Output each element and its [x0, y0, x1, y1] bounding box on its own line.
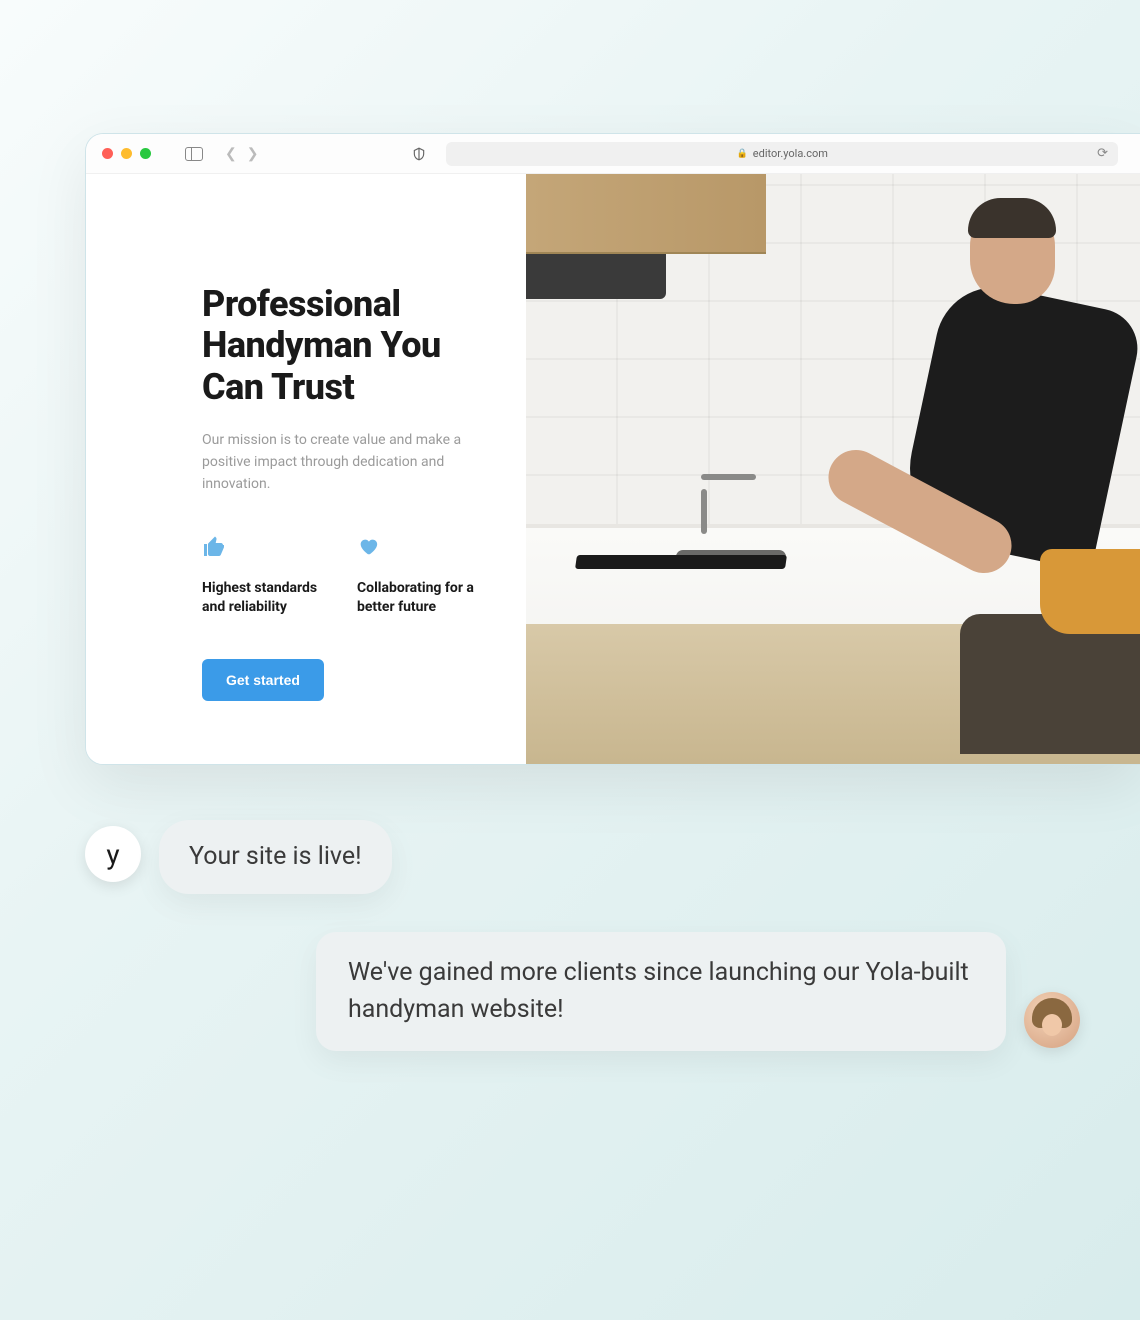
nav-back-button[interactable]: ❮ — [225, 146, 237, 162]
chat-message-user: We've gained more clients since launchin… — [85, 932, 1080, 1051]
browser-window: ❮ ❯ 🔒 editor.yola.com ⟳ Professional Han… — [85, 133, 1140, 765]
feature-item: Collaborating for a better future — [357, 535, 482, 617]
sidebar-toggle-icon[interactable] — [185, 147, 203, 161]
user-avatar — [1024, 992, 1080, 1048]
get-started-button[interactable]: Get started — [202, 659, 324, 701]
address-url: editor.yola.com — [753, 147, 828, 160]
reload-icon[interactable]: ⟳ — [1097, 146, 1108, 161]
privacy-shield-icon[interactable] — [412, 147, 426, 161]
feature-text: Highest standards and reliability — [202, 579, 327, 617]
brand-avatar: y — [85, 826, 141, 882]
address-bar[interactable]: 🔒 editor.yola.com ⟳ — [446, 142, 1118, 166]
chat-message-brand: y Your site is live! — [85, 820, 1080, 894]
window-controls — [102, 148, 151, 159]
close-window-button[interactable] — [102, 148, 113, 159]
hero-section: Professional Handyman You Can Trust Our … — [86, 174, 526, 764]
hero-image — [526, 174, 1140, 764]
handyman-illustration — [526, 174, 1140, 764]
thumbs-up-icon — [202, 535, 327, 563]
maximize-window-button[interactable] — [140, 148, 151, 159]
brand-avatar-glyph: y — [106, 838, 119, 871]
minimize-window-button[interactable] — [121, 148, 132, 159]
chat-bubble: Your site is live! — [159, 820, 392, 894]
feature-list: Highest standards and reliability Collab… — [202, 535, 486, 617]
nav-forward-button[interactable]: ❯ — [247, 146, 259, 162]
hero-subtitle: Our mission is to create value and make … — [202, 430, 462, 495]
lock-icon: 🔒 — [737, 149, 748, 159]
feature-text: Collaborating for a better future — [357, 579, 482, 617]
page-content: Professional Handyman You Can Trust Our … — [86, 174, 1140, 764]
chat-bubble: We've gained more clients since launchin… — [316, 932, 1006, 1051]
feature-item: Highest standards and reliability — [202, 535, 327, 617]
heart-icon — [357, 535, 482, 563]
hero-title: Professional Handyman You Can Trust — [202, 284, 486, 408]
chat-area: y Your site is live! We've gained more c… — [85, 820, 1080, 1089]
browser-chrome: ❮ ❯ 🔒 editor.yola.com ⟳ — [86, 134, 1140, 174]
